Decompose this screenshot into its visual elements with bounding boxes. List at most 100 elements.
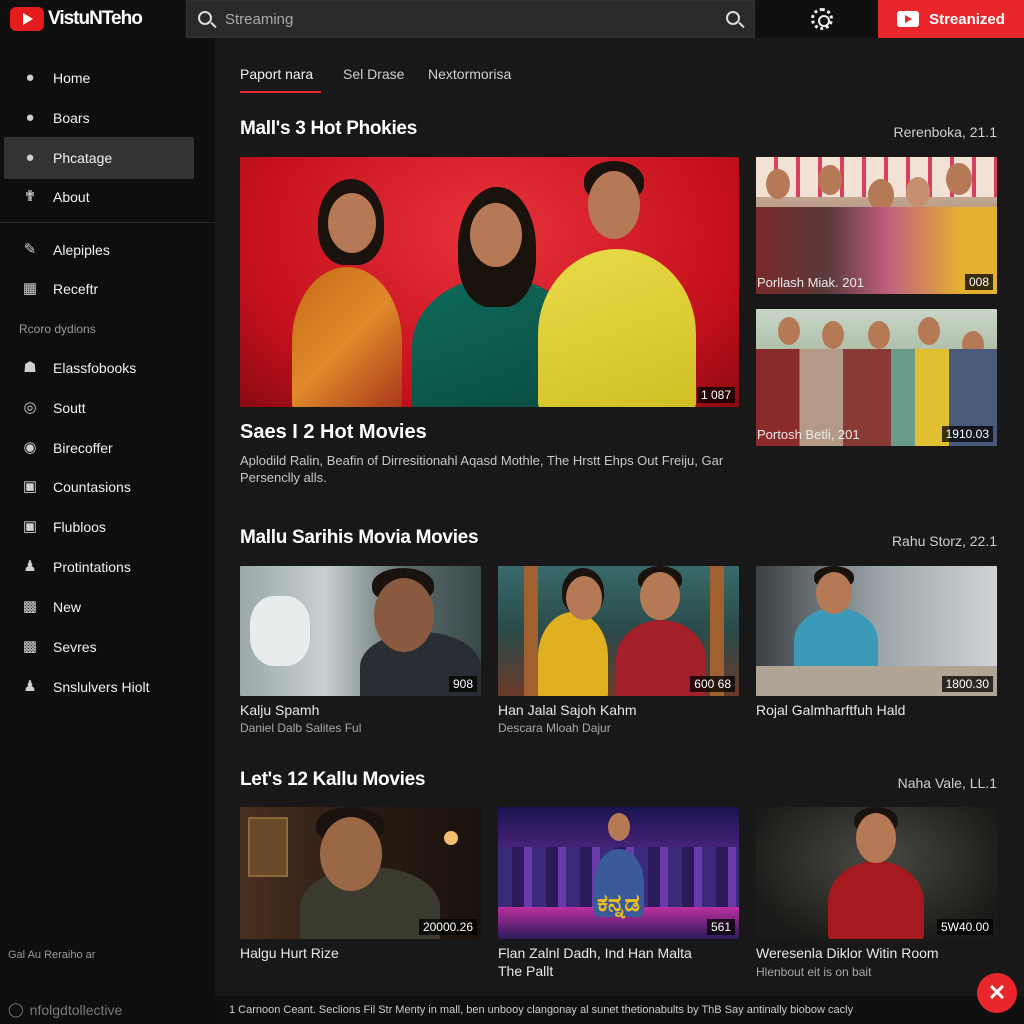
sidebar-footer-text: nfolgdtollective <box>29 1001 123 1018</box>
sidebar-item-label: New <box>53 599 82 615</box>
sidebar: ● Home ● Boars ● Phcatage ✟ About ✎ Alep… <box>0 38 215 1024</box>
figure-face <box>374 578 434 652</box>
section-date: Naha Vale, LL.1 <box>897 775 997 791</box>
video-title[interactable]: Rojal Galmharftfuh Hald <box>756 702 997 718</box>
video-title[interactable]: Flan Zalnl Dadh, Ind Han Malta <box>498 945 739 961</box>
target-icon: ◎ <box>23 399 37 416</box>
figure <box>828 861 924 939</box>
sidebar-item-new[interactable]: ▩ New <box>4 586 194 628</box>
search-input[interactable] <box>225 1 695 37</box>
figure-face <box>946 163 972 195</box>
video-thumbnail[interactable]: 20000.26 <box>240 807 481 939</box>
figure-face <box>608 813 630 841</box>
user-icon: ● <box>25 109 35 126</box>
figure-face <box>906 177 930 207</box>
section-title: Let's 12 Kallu Movies <box>240 769 426 790</box>
video-title: Portosh Betli, 201 <box>757 427 860 442</box>
video-subtitle: Daniel Dalb Salites Ful <box>240 721 362 735</box>
figure-face <box>918 317 940 345</box>
figure-face <box>470 203 522 267</box>
video-thumbnail[interactable]: 1800.30 <box>756 566 997 696</box>
duration-badge: 908 <box>448 676 477 692</box>
figure-face <box>328 193 376 253</box>
sidebar-item-home[interactable]: ● Home <box>4 57 194 99</box>
copyright-icon: ◯ <box>8 1001 24 1017</box>
sidebar-item-birecoffer[interactable]: ◉ Birecoffer <box>4 427 194 469</box>
sidebar-item-protintations[interactable]: ♟ Protintations <box>4 546 194 588</box>
sidebar-item-label: Flubloos <box>53 519 106 535</box>
video-thumbnail[interactable]: ಕನ್ನಡ 561 <box>498 807 739 939</box>
featured-title[interactable]: Saes I 2 Hot Movies <box>240 421 427 444</box>
sidebar-item-elassfobooks[interactable]: ☗ Elassfobooks <box>4 347 194 389</box>
sidebar-item-sevres[interactable]: ▩ Sevres <box>4 626 194 668</box>
figure-face <box>640 572 680 620</box>
duration-badge: 600 68 <box>690 676 735 692</box>
video-title[interactable]: Weresenla Diklor Witin Room <box>756 945 997 961</box>
shield-icon: ◉ <box>23 439 37 456</box>
video-thumbnail[interactable]: Portosh Betli, 201 1910.03 <box>756 309 997 446</box>
video-subtitle: Descara Mloah Dajur <box>498 721 611 735</box>
figure-face <box>320 817 382 891</box>
sidebar-item-phcatage[interactable]: ● Phcatage <box>4 137 194 179</box>
figure <box>538 249 696 407</box>
featured-thumbnail[interactable]: 1 087 <box>240 157 739 407</box>
sidebar-item-flubloos[interactable]: ▣ Flubloos <box>4 506 194 548</box>
video-thumbnail[interactable]: 908 <box>240 566 481 696</box>
duration-badge: 561 <box>706 919 735 935</box>
bottom-notice-bar: 1 Carnoon Ceant. Seclions Fil Str Menty … <box>215 996 1024 1024</box>
logo[interactable]: VistuNTeho <box>10 7 143 31</box>
sidebar-item-label: Elassfobooks <box>53 360 137 376</box>
video-title[interactable]: Halgu Hurt Rize <box>240 945 481 961</box>
video-title[interactable]: Han Jalal Sajoh Kahm <box>498 702 739 718</box>
section-date: Rerenboka, 21.1 <box>893 124 997 140</box>
sidebar-item-receftr[interactable]: ▦ Receftr <box>4 268 194 310</box>
video-thumbnail[interactable]: 5W40.00 <box>756 807 997 939</box>
stream-button[interactable]: Streanized <box>878 0 1024 38</box>
sidebar-item-boars[interactable]: ● Boars <box>4 97 194 139</box>
featured-description: Aplodild Ralin, Beafin of Dirresitionahl… <box>240 453 724 485</box>
sidebar-item-label: Soutt <box>53 400 86 416</box>
video-thumbnail[interactable]: Porllash Miak. 201 008 <box>756 157 997 294</box>
pin-icon: ✟ <box>23 188 37 205</box>
gear-icon[interactable] <box>811 8 833 30</box>
sidebar-item-label: Sevres <box>53 639 97 655</box>
close-icon[interactable]: ✕ <box>977 973 1017 1013</box>
sidebar-item-label: Countasions <box>53 479 131 495</box>
search-submit-icon[interactable] <box>726 11 745 29</box>
divider <box>0 222 215 223</box>
wrench-icon: ✎ <box>23 241 37 258</box>
sidebar-item-label: Birecoffer <box>53 440 113 456</box>
logo-text: VistuNTeho <box>48 8 143 29</box>
stream-button-label: Streanized <box>929 10 1005 28</box>
calendar-icon: ▦ <box>22 280 38 297</box>
figure-face <box>818 165 842 195</box>
sidebar-item-countasions[interactable]: ▣ Countasions <box>4 466 194 508</box>
pillar <box>524 566 538 696</box>
sidebar-item-label: Phcatage <box>53 150 113 166</box>
sidebar-item-alepiples[interactable]: ✎ Alepiples <box>4 229 194 271</box>
sidebar-item-about[interactable]: ✟ About <box>4 176 194 218</box>
tab-sel-drase[interactable]: Sel Drase <box>343 66 404 82</box>
sidebar-item-soutt[interactable]: ◎ Soutt <box>4 387 194 429</box>
active-tab-indicator <box>240 91 321 93</box>
figure-face <box>856 813 896 863</box>
video-thumbnail[interactable]: 600 68 <box>498 566 739 696</box>
figure-face <box>822 321 844 349</box>
sidebar-item-label: Receftr <box>53 281 99 297</box>
video-title[interactable]: Kalju Spamh <box>240 702 481 718</box>
figure-face <box>816 572 852 614</box>
video-title-line2: The Pallt <box>498 963 554 979</box>
lamp <box>444 831 458 845</box>
play-icon <box>897 11 920 27</box>
duration-badge: 008 <box>964 274 993 290</box>
figure-face <box>766 169 790 199</box>
tab-paport-nara[interactable]: Paport nara <box>240 66 313 82</box>
sidebar-item-snslulvers[interactable]: ♟ Snslulvers Hiolt <box>4 666 194 708</box>
sidebar-footer-note: Gal Au Reraiho ar <box>8 949 96 961</box>
poster-title: ಕನ್ನಡ <box>597 889 640 917</box>
play-logo-icon <box>10 7 44 31</box>
people-icon: ♟ <box>23 558 37 575</box>
figure <box>292 267 402 407</box>
duration-badge: 5W40.00 <box>936 919 993 935</box>
tab-nextormorisa[interactable]: Nextormorisa <box>428 66 511 82</box>
